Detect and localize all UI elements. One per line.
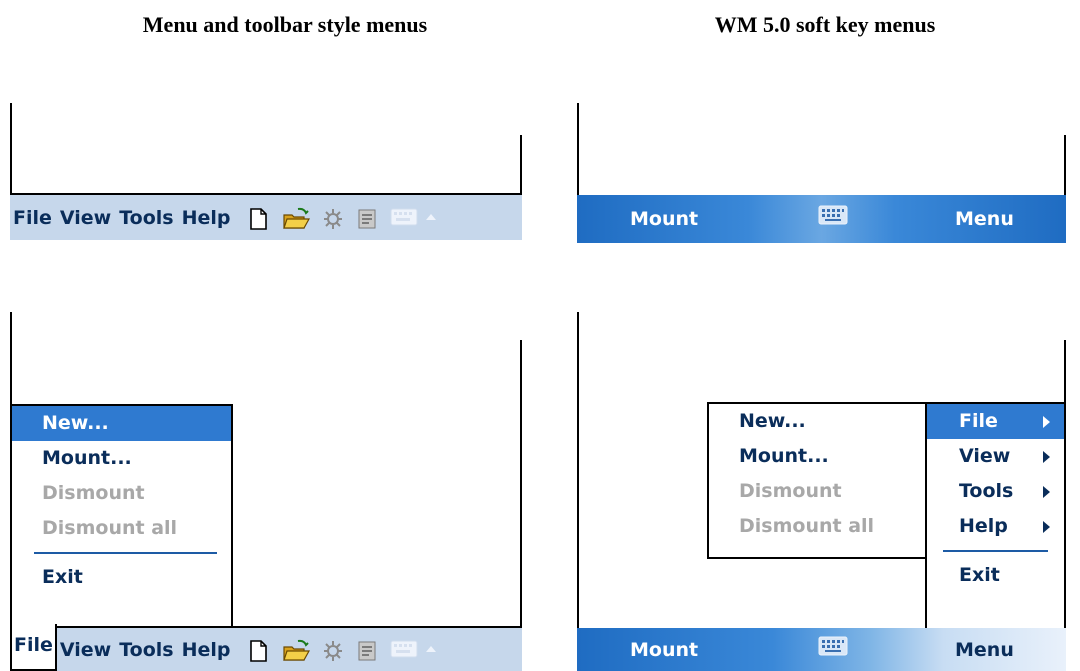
keyboard-icon[interactable] <box>818 205 848 230</box>
menu-separator <box>943 550 1048 552</box>
window-right-edge-2 <box>520 340 522 628</box>
properties-icon[interactable] <box>356 639 378 661</box>
menu-file[interactable]: File <box>13 207 57 229</box>
menu-separator <box>34 552 217 554</box>
open-folder-icon[interactable] <box>282 639 310 661</box>
window-left-edge-r2 <box>577 312 579 630</box>
softkey-bar: Mount Menu <box>577 195 1066 243</box>
properties-icon[interactable] <box>356 207 378 229</box>
keyboard-icon[interactable] <box>390 639 418 661</box>
open-folder-icon[interactable] <box>282 207 310 229</box>
softkey-menu-view[interactable]: View <box>927 439 1064 474</box>
menu-item-exit[interactable]: Exit <box>12 560 231 595</box>
menu-help[interactable]: Help <box>182 639 236 661</box>
softkey-bar-2: Mount Menu <box>577 628 1066 671</box>
menu-item-mount[interactable]: Mount... <box>12 441 231 476</box>
menu-tools[interactable]: Tools <box>119 207 178 229</box>
softkey-menu-exit[interactable]: Exit <box>927 558 1064 593</box>
menu-toolbar-2: File View Tools Help <box>10 624 522 671</box>
window-left-edge <box>10 103 12 195</box>
window-right-edge <box>520 135 522 195</box>
up-arrow-icon[interactable] <box>424 639 438 661</box>
submenu-item-dismount: Dismount <box>739 480 842 502</box>
menu-file-open[interactable]: File <box>10 624 57 671</box>
up-arrow-icon[interactable] <box>424 207 438 229</box>
softkey-right[interactable]: Menu <box>955 208 1014 230</box>
menu-view[interactable]: View <box>60 207 116 229</box>
submenu-item-mount[interactable]: Mount... <box>709 439 927 474</box>
menu-help[interactable]: Help <box>182 207 236 229</box>
heading-left: Menu and toolbar style menus <box>142 12 428 37</box>
chevron-right-icon <box>1043 451 1050 463</box>
new-document-icon[interactable] <box>248 207 270 230</box>
file-dropdown-menu: New... Mount... Dismount Dismount all Ex… <box>10 404 233 628</box>
window-left-edge-r <box>577 103 579 195</box>
new-document-icon[interactable] <box>248 639 270 662</box>
chevron-right-icon <box>1043 416 1050 428</box>
submenu-item-new[interactable]: New... <box>709 404 927 439</box>
submenu-file: New... Mount... Dismount Dismount all <box>707 402 929 559</box>
softkey-right[interactable]: Menu <box>955 639 1014 661</box>
submenu-item-dismount-all: Dismount all <box>739 515 875 537</box>
menu-view[interactable]: View <box>60 639 116 661</box>
menu-item-new[interactable]: New... <box>12 406 231 441</box>
menu-toolbar: File View Tools Help <box>10 195 522 240</box>
sync-icon[interactable] <box>322 639 344 661</box>
softkey-menu-file[interactable]: File <box>927 404 1064 439</box>
softkey-left[interactable]: Mount <box>630 208 698 230</box>
window-right-edge-r <box>1064 135 1066 195</box>
chevron-right-icon <box>1043 521 1050 533</box>
softkey-menu-tools[interactable]: Tools <box>927 474 1064 509</box>
softkey-menu: File View Tools Help Exit <box>925 402 1066 630</box>
softkey-left[interactable]: Mount <box>630 639 698 661</box>
sync-icon[interactable] <box>322 207 344 229</box>
menu-tools[interactable]: Tools <box>119 639 178 661</box>
menu-item-dismount: Dismount <box>42 482 145 504</box>
chevron-right-icon <box>1043 486 1050 498</box>
menu-item-dismount-all: Dismount all <box>42 517 178 539</box>
keyboard-icon[interactable] <box>818 636 848 661</box>
keyboard-icon[interactable] <box>390 207 418 229</box>
heading-right: WM 5.0 soft key menus <box>714 12 936 37</box>
softkey-menu-help[interactable]: Help <box>927 509 1064 544</box>
